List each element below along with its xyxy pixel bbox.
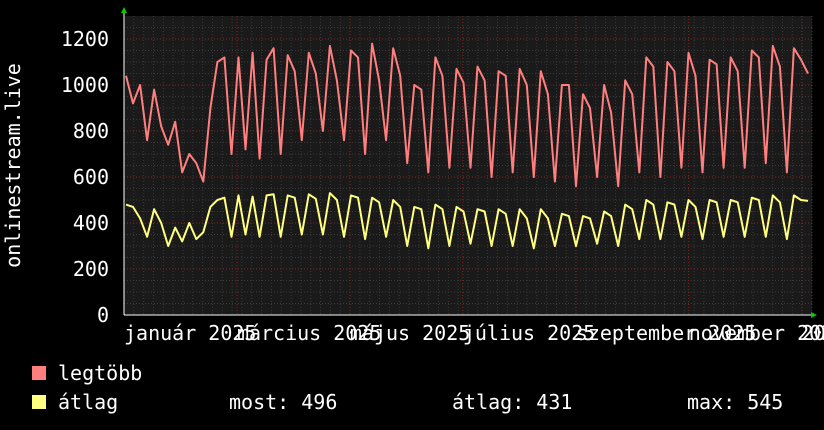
x-tick-labels: január 2025március 2025május 2025július …: [124, 321, 824, 345]
y-tick-label: 400: [73, 211, 109, 235]
legend-item-avg: átlag most: 496 átlag: 431 max: 545: [32, 390, 822, 414]
legend-item-max: legtöbb: [32, 361, 142, 385]
legend-swatch-avg: [32, 395, 46, 409]
stat-average: átlag: 431: [452, 390, 573, 414]
y-tick-label: 1200: [61, 27, 109, 51]
y-tick-label: 600: [73, 165, 109, 189]
y-tick-label: 1000: [61, 73, 109, 97]
chart-stage: 0 200 400 600 800 1000 1200 január 2025 március…: [0, 0, 824, 430]
x-tick-label: május 2025: [350, 321, 470, 345]
legend-swatch-max: [32, 366, 46, 380]
legend-label-max: legtöbb: [58, 361, 143, 385]
y-tick-label: 0: [97, 303, 109, 327]
y-tick-label: 200: [73, 257, 109, 281]
y-tick-label: 800: [73, 119, 109, 143]
stat-max: max: 545: [687, 390, 784, 414]
legend-label-avg: átlag: [58, 390, 119, 414]
y-axis-label: onlinestream.live: [1, 63, 25, 268]
x-tick-label: 2026: [802, 321, 824, 345]
stat-current: most: 496: [229, 390, 338, 414]
